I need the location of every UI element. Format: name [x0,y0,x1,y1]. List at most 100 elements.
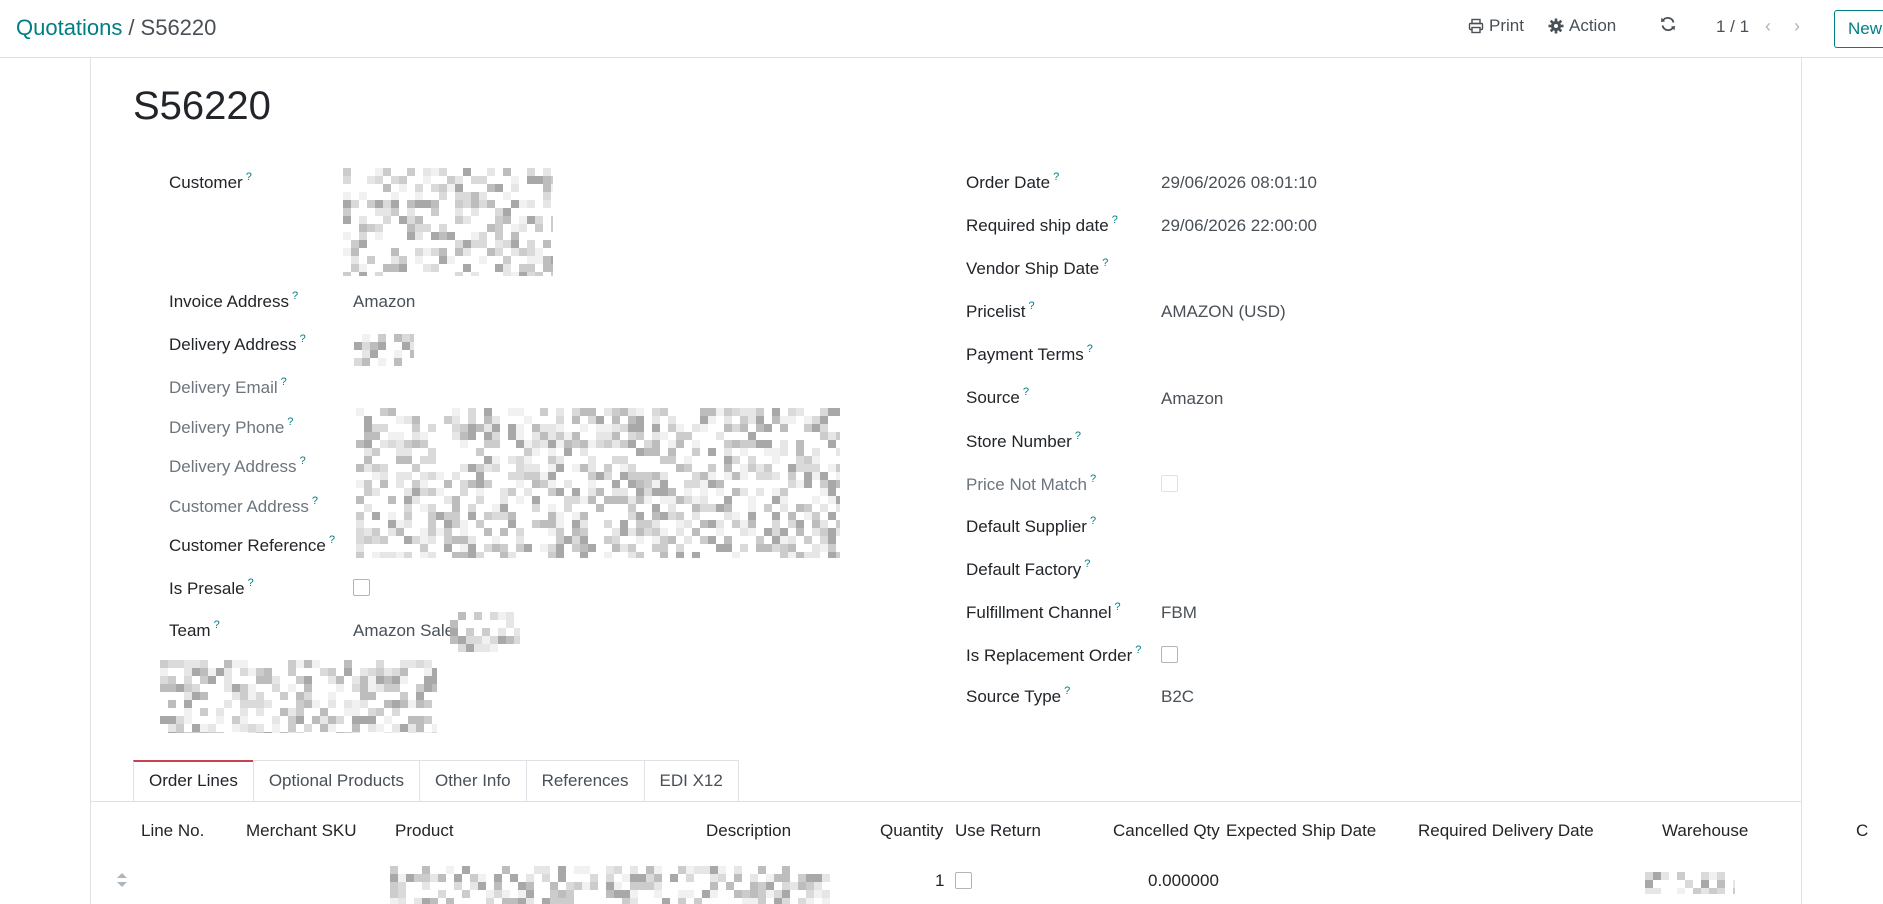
print-button[interactable]: Print [1468,16,1524,36]
row-quantity[interactable]: 1 [935,871,944,891]
is-replacement-order-checkbox[interactable] [1161,646,1178,663]
column-header-expected-ship-date[interactable]: Expected Ship Date [1226,821,1376,841]
customer-address-label: Customer Address? [169,495,318,517]
chevron-right-icon[interactable]: › [1794,16,1800,37]
required-ship-date-value[interactable]: 29/06/2026 22:00:00 [1161,216,1317,236]
redaction-pixel [548,488,556,496]
tab-optional-products[interactable]: Optional Products [252,760,420,802]
question-mark-icon[interactable]: ? [300,333,306,345]
redaction-pixel [734,874,742,882]
question-mark-icon[interactable]: ? [1064,685,1070,697]
source-type-value[interactable]: B2C [1161,687,1194,707]
redaction-pixel [503,168,511,176]
redaction-pixel [782,882,790,890]
redaction-pixel [428,456,436,464]
redaction-pixel [423,176,431,184]
column-header-quantity[interactable]: Quantity [880,821,943,841]
pricelist-value[interactable]: AMAZON (USD) [1161,302,1286,322]
redaction-pixel [535,216,543,224]
pager-value[interactable]: 1 / 1 [1716,17,1749,37]
is-presale-checkbox[interactable] [353,579,370,596]
column-header-use-return[interactable]: Use Return [955,821,1041,841]
redaction-pixel [452,432,460,440]
delivery-email-label-text: Delivery Email [169,378,278,397]
question-mark-icon[interactable]: ? [292,290,298,302]
question-mark-icon[interactable]: ? [1084,558,1090,570]
tab-other-info[interactable]: Other Info [418,760,527,802]
refresh-button[interactable] [1660,16,1676,32]
column-header-product[interactable]: Product [395,821,454,841]
column-header-line-no[interactable]: Line No. [141,821,204,841]
price-not-match-checkbox[interactable] [1161,475,1178,492]
redaction-pixel [519,216,527,224]
question-mark-icon[interactable]: ? [1087,343,1093,355]
new-button[interactable]: New [1834,10,1883,48]
question-mark-icon[interactable]: ? [1023,386,1029,398]
team-value[interactable]: Amazon Sale [353,621,454,641]
redaction-pixel [160,684,168,692]
redaction-pixel [612,544,620,552]
redaction-pixel [572,496,580,504]
question-mark-icon[interactable]: ? [1053,171,1059,183]
question-mark-icon[interactable]: ? [1029,300,1035,312]
column-header-warehouse[interactable]: Warehouse [1662,821,1748,841]
chevron-left-icon[interactable]: ‹ [1765,16,1771,37]
row-cancelled-qty[interactable]: 0.000000 [1148,871,1219,891]
redaction-pixel [328,692,336,700]
redaction-pixel [828,544,836,552]
column-header-merchant-sku[interactable]: Merchant SKU [246,821,357,841]
question-mark-icon[interactable]: ? [1102,257,1108,269]
order-date-value[interactable]: 29/06/2026 08:01:10 [1161,173,1317,193]
redaction-pixel [368,684,376,692]
invoice-address-value[interactable]: Amazon [353,292,415,312]
redaction-pixel [388,496,396,504]
redaction-pixel [780,488,788,496]
redaction-pixel [636,536,644,544]
redaction-pixel [518,898,526,904]
question-mark-icon[interactable]: ? [287,416,293,428]
redaction-pixel [628,440,636,448]
redaction-pixel [814,882,822,890]
question-mark-icon[interactable]: ? [246,171,252,183]
redaction-pixel [344,708,352,716]
breadcrumb-quotations-link[interactable]: Quotations [16,15,122,40]
drag-handle-icon[interactable] [116,872,128,888]
column-header-required-delivery-date[interactable]: Required Delivery Date [1418,821,1594,841]
question-mark-icon[interactable]: ? [1090,515,1096,527]
redaction-pixel [320,668,328,676]
redaction-pixel [622,890,630,898]
question-mark-icon[interactable]: ? [1135,644,1141,656]
row-use-return-checkbox[interactable] [955,872,972,889]
question-mark-icon[interactable]: ? [1115,601,1121,613]
redaction-pixel [566,882,574,890]
tab-order-lines[interactable]: Order Lines [133,760,254,802]
column-header-cancelled-qty[interactable]: Cancelled Qty [1113,821,1220,841]
delivery-address-label: Delivery Address? [169,333,306,355]
source-value[interactable]: Amazon [1161,389,1223,409]
redaction-pixel [375,224,383,232]
question-mark-icon[interactable]: ? [214,619,220,631]
redacted-team [450,612,520,652]
question-mark-icon[interactable]: ? [1090,473,1096,485]
tab-edi-x12[interactable]: EDI X12 [643,760,739,802]
redaction-pixel [224,684,232,692]
redaction-pixel [439,224,447,232]
question-mark-icon[interactable]: ? [281,376,287,388]
redaction-pixel [620,440,628,448]
question-mark-icon[interactable]: ? [329,534,335,546]
tab-references[interactable]: References [525,760,645,802]
redaction-pixel [354,358,362,366]
fulfillment-channel-value[interactable]: FBM [1161,603,1197,623]
column-header-description[interactable]: Description [706,821,791,841]
redaction-pixel [343,248,351,256]
question-mark-icon[interactable]: ? [312,495,318,507]
question-mark-icon[interactable]: ? [1112,214,1118,226]
question-mark-icon[interactable]: ? [300,455,306,467]
redaction-pixel [208,724,216,732]
column-header-truncated[interactable]: C [1856,821,1868,841]
question-mark-icon[interactable]: ? [1075,430,1081,442]
action-button[interactable]: Action [1548,16,1616,36]
redaction-pixel [288,724,296,732]
question-mark-icon[interactable]: ? [248,577,254,589]
redaction-pixel [360,684,368,692]
